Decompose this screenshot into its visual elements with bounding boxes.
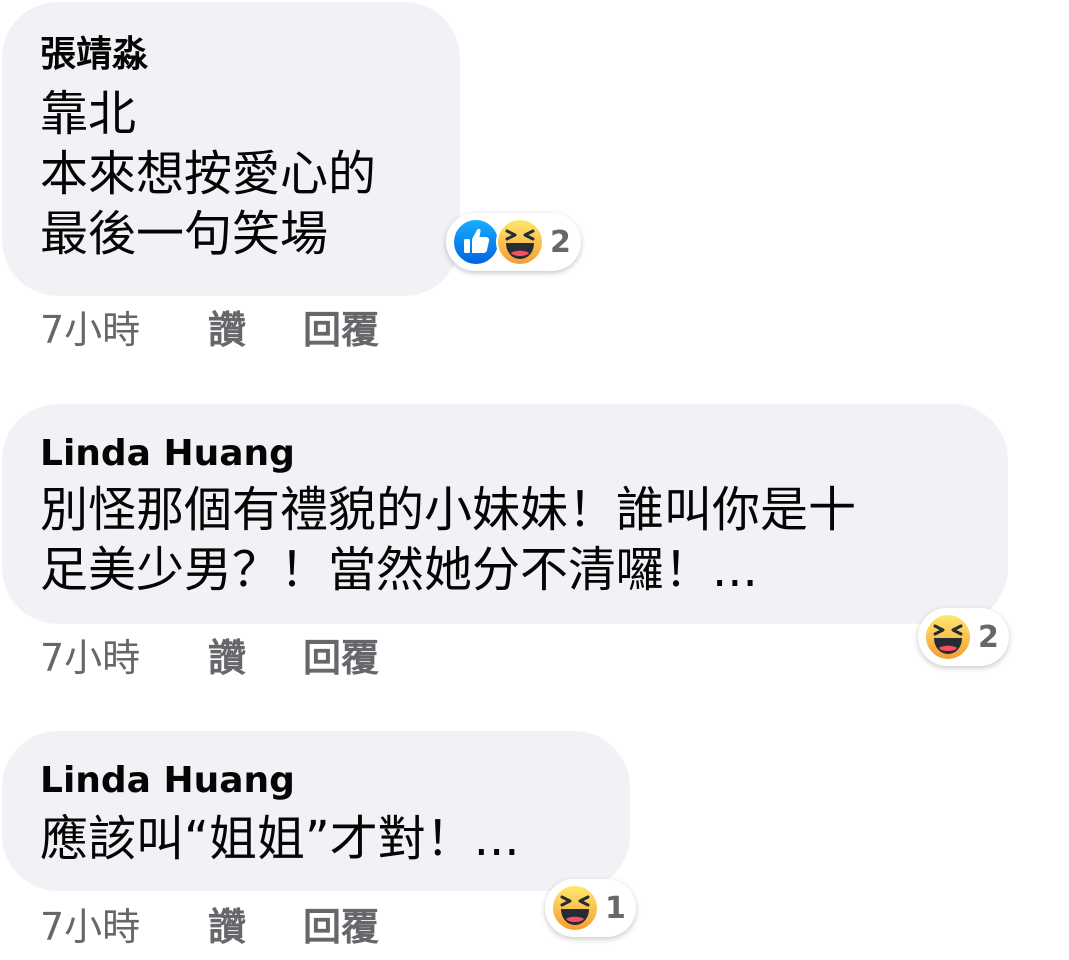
comment-bubble[interactable]: Linda Huang 應該叫“姐姐”才對！...	[2, 731, 630, 891]
like-button[interactable]: 讚	[208, 308, 303, 352]
comment-actions: 7小時 讚 回覆	[40, 308, 379, 352]
reaction-count: 1	[605, 890, 626, 926]
comment-text-line: 本來想按愛心的	[40, 146, 377, 202]
comment-text: 靠北 本來想按愛心的 最後一句笑場	[40, 84, 376, 264]
thumbs-up-icon	[452, 218, 500, 266]
comment-actions: 7小時 讚 回覆	[40, 905, 379, 949]
comment-text-line: 靠北	[40, 86, 137, 142]
laughing-face-icon	[496, 218, 544, 266]
laughing-face-icon	[924, 613, 972, 661]
comment-text: 別怪那個有禮貌的小妹妹！誰叫你是十 足美少男？！當然她分不清囉！...	[40, 480, 856, 600]
comment-author[interactable]: 張靖淼	[40, 35, 148, 75]
like-button[interactable]: 讚	[208, 905, 303, 949]
reaction-summary[interactable]: 1	[545, 879, 636, 937]
reply-button[interactable]: 回覆	[303, 636, 379, 680]
comment-timestamp[interactable]: 7小時	[40, 905, 208, 949]
comment-text-line: 別怪那個有禮貌的小妹妹！誰叫你是十	[40, 482, 857, 538]
comment-author[interactable]: Linda Huang	[40, 434, 295, 474]
comment-actions: 7小時 讚 回覆	[40, 636, 379, 680]
comment-text-line: 足美少男？！當然她分不清囉！...	[40, 542, 758, 598]
comment-timestamp[interactable]: 7小時	[40, 308, 208, 352]
reply-button[interactable]: 回覆	[303, 905, 379, 949]
comment-text-line: 應該叫“姐姐”才對！...	[40, 811, 520, 867]
reaction-summary[interactable]: 2	[918, 608, 1009, 666]
like-button[interactable]: 讚	[208, 636, 303, 680]
comment-timestamp[interactable]: 7小時	[40, 636, 208, 680]
comment-author[interactable]: Linda Huang	[40, 761, 295, 801]
reaction-summary[interactable]: 2	[446, 213, 581, 271]
comment-bubble[interactable]: 張靖淼 靠北 本來想按愛心的 最後一句笑場	[2, 2, 460, 296]
reaction-count: 2	[550, 224, 571, 260]
comment-text: 應該叫“姐姐”才對！...	[40, 809, 520, 869]
reply-button[interactable]: 回覆	[303, 308, 379, 352]
comment-bubble[interactable]: Linda Huang 別怪那個有禮貌的小妹妹！誰叫你是十 足美少男？！當然她分…	[2, 404, 1008, 624]
laughing-face-icon	[551, 884, 599, 932]
comment-text-line: 最後一句笑場	[40, 206, 329, 262]
reaction-count: 2	[978, 619, 999, 655]
